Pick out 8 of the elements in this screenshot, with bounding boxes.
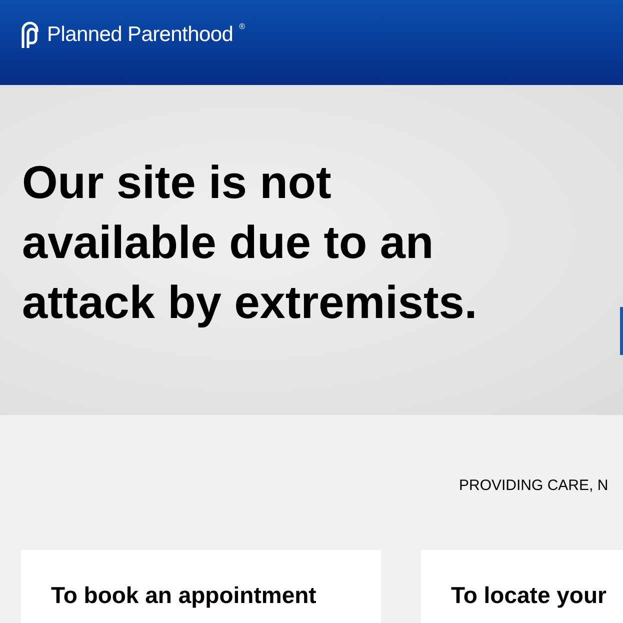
- logo-icon: [21, 20, 41, 49]
- hero-heading: Our site is not available due to an attack by extremists.: [22, 155, 478, 330]
- button-edge: [620, 307, 623, 355]
- card-title: To locate your: [451, 580, 608, 610]
- registered-mark: ®: [239, 21, 245, 33]
- logo-text[interactable]: Planned Parenthood: [47, 19, 234, 50]
- tagline: PROVIDING CARE, N: [459, 476, 608, 496]
- card-title: To book an appointment: [51, 580, 318, 610]
